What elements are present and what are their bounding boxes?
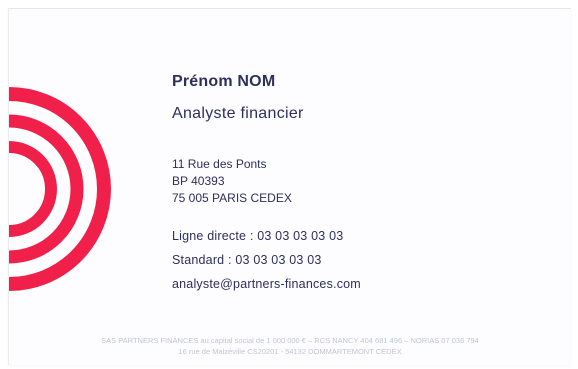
business-card: Prénom NOM Analyste financier 11 Rue des… [8,8,571,365]
concentric-rings-logo-icon [9,79,129,314]
contact-details: Ligne directe : 03 03 03 03 03 Standard … [172,224,361,296]
legal-line-2: 16 rue de Malzéville CS20201 - 54132 DOM… [178,347,402,356]
address-po-box: BP 40393 [172,174,225,188]
legal-footer: SAS PARTNERS FINANCES au capital social … [9,335,571,357]
legal-line-1: SAS PARTNERS FINANCES au capital social … [101,336,479,345]
direct-line-phone: Ligne directe : 03 03 03 03 03 [172,229,344,243]
address-street: 11 Rue des Ponts [172,157,267,171]
person-name: Prénom NOM [172,73,276,90]
standard-phone: Standard : 03 03 03 03 03 [172,253,322,267]
address-city: 75 005 PARIS CEDEX [172,191,292,205]
job-title: Analyste financier [172,105,304,122]
postal-address: 11 Rue des Ponts BP 40393 75 005 PARIS C… [172,156,292,207]
page-canvas: Prénom NOM Analyste financier 11 Rue des… [0,0,578,369]
email-link[interactable]: analyste@partners-finances.com [172,272,361,296]
